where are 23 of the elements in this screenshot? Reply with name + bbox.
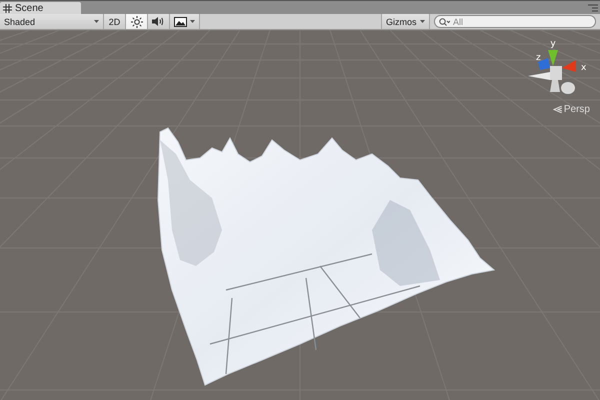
z-axis-label: z	[536, 53, 541, 63]
orientation-gizmo-drawing[interactable]: y z x	[528, 39, 586, 94]
chevron-icon	[552, 106, 562, 113]
menu-icon[interactable]	[588, 4, 598, 12]
gizmos-dropdown[interactable]: Gizmos	[382, 14, 430, 29]
caret-icon	[420, 20, 425, 23]
image-icon	[174, 16, 187, 26]
caret-icon	[94, 20, 99, 23]
grid-icon	[3, 4, 12, 12]
speaker-icon	[152, 16, 165, 27]
caret-icon	[190, 20, 195, 23]
tab-title: Scene	[15, 2, 44, 14]
x-axis-label: x	[581, 63, 586, 73]
search-field[interactable]: All	[434, 15, 596, 28]
2d-toggle[interactable]: 2D	[104, 14, 126, 29]
scene-tab[interactable]: Scene	[0, 2, 81, 14]
lighting-toggle[interactable]	[126, 14, 148, 29]
projection-toggle[interactable]: Persp	[552, 104, 590, 115]
audio-toggle[interactable]	[148, 14, 170, 29]
draw-mode-dropdown[interactable]: Shaded	[0, 14, 104, 29]
sun-icon	[130, 16, 142, 28]
effects-toggle[interactable]	[170, 14, 200, 29]
y-axis-label: y	[550, 39, 556, 49]
